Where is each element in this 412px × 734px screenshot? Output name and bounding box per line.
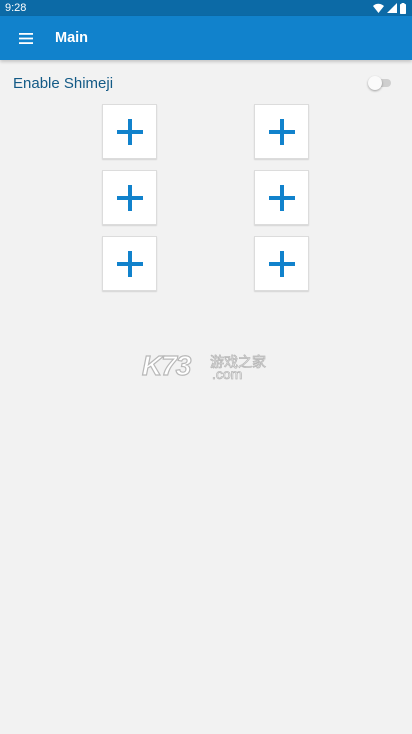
hamburger-menu-icon (19, 32, 33, 44)
status-icons (373, 2, 406, 14)
enable-shimeji-toggle[interactable] (368, 76, 392, 90)
watermark-domain: .com (212, 366, 243, 383)
signal-icon (387, 3, 397, 13)
add-shimeji-slot-5[interactable] (102, 236, 157, 291)
add-shimeji-slot-2[interactable] (254, 104, 309, 159)
status-time: 9:28 (5, 2, 27, 14)
enable-shimeji-label: Enable Shimeji (13, 75, 114, 92)
status-bar: 9:28 (0, 0, 412, 16)
watermark-main: K73 (141, 349, 192, 381)
add-shimeji-slot-6[interactable] (254, 236, 309, 291)
watermark-logo: K73 游戏之家 .com (141, 349, 272, 384)
page-title: Main (55, 30, 89, 46)
plus-icon (268, 184, 295, 211)
enable-shimeji-row: Enable Shimeji (0, 66, 412, 100)
plus-icon (268, 118, 295, 145)
menu-button[interactable] (12, 24, 40, 52)
plus-icon (116, 184, 143, 211)
app-bar: Main (0, 16, 412, 60)
add-shimeji-slot-1[interactable] (102, 104, 157, 159)
plus-icon (116, 250, 143, 277)
wifi-icon (373, 3, 384, 13)
add-shimeji-slot-4[interactable] (254, 170, 309, 225)
add-shimeji-slot-3[interactable] (102, 170, 157, 225)
battery-icon (400, 2, 406, 14)
plus-icon (116, 118, 143, 145)
toggle-thumb (368, 76, 382, 90)
plus-icon (268, 250, 295, 277)
